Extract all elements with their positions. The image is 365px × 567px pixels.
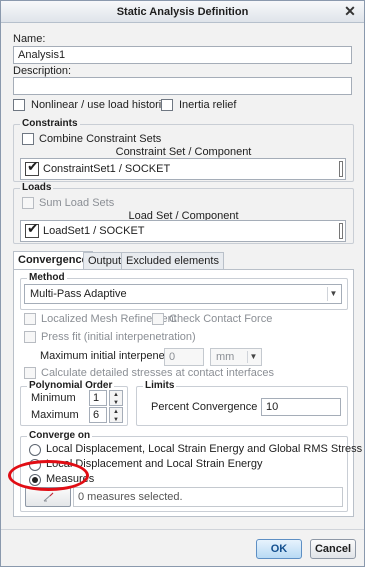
button-divider xyxy=(1,529,364,530)
constraints-title: Constraints xyxy=(20,118,80,129)
method-select[interactable]: Multi-Pass Adaptive ▼ xyxy=(24,284,342,304)
limits-title: Limits xyxy=(143,380,177,391)
row-end-marker xyxy=(339,223,343,239)
constraint-row-label: ConstraintSet1 / SOCKET xyxy=(43,163,171,175)
description-label: Description: xyxy=(13,65,72,77)
minimum-spinner[interactable]: ▲ ▼ xyxy=(109,390,123,406)
press-fit-label: Press fit (initial interpenetration) xyxy=(41,331,196,343)
constraints-column-header: Constraint Set / Component xyxy=(115,146,252,158)
loads-group: Loads Sum Load Sets Load Set / Component… xyxy=(13,182,354,244)
ok-button[interactable]: OK xyxy=(256,539,302,559)
polynomial-order-group: Polynomial Order Minimum 1 ▲ ▼ Maximum 6 … xyxy=(20,380,128,426)
minimum-label: Minimum xyxy=(31,392,76,404)
limits-group: Limits Percent Convergence 10 xyxy=(136,380,348,426)
inertia-relief-checkbox[interactable] xyxy=(161,99,173,111)
percent-convergence-input[interactable]: 10 xyxy=(261,398,341,416)
maximum-spinner[interactable]: ▲ ▼ xyxy=(109,407,123,423)
load-row-checkbox[interactable] xyxy=(25,221,39,238)
sum-load-sets-label: Sum Load Sets xyxy=(39,197,115,209)
converge-on-title: Converge on xyxy=(27,430,93,441)
method-group: Method Multi-Pass Adaptive ▼ xyxy=(20,272,348,310)
description-input[interactable] xyxy=(13,77,352,95)
load-row-label: LoadSet1 / SOCKET xyxy=(43,225,145,237)
title-bar: Static Analysis Definition ✕ xyxy=(1,1,364,23)
inertia-relief-label: Inertia relief xyxy=(179,99,237,111)
cancel-button[interactable]: Cancel xyxy=(310,539,356,559)
tab-convergence[interactable]: Convergence xyxy=(13,251,93,270)
converge-option-global-label: Local Displacement, Local Strain Energy … xyxy=(46,443,363,455)
percent-convergence-label: Percent Convergence xyxy=(151,401,258,413)
detailed-stresses-label: Calculate detailed stresses at contact i… xyxy=(41,367,274,379)
sum-load-sets-checkbox[interactable] xyxy=(22,197,34,209)
window-title: Static Analysis Definition xyxy=(116,6,249,18)
row-end-marker xyxy=(339,161,343,177)
highlight-annotation xyxy=(8,460,89,491)
localized-mesh-checkbox[interactable] xyxy=(24,313,36,325)
check-contact-label: Check Contact Force xyxy=(169,313,273,325)
measures-selected-text: 0 measures selected. xyxy=(78,491,183,503)
converge-option-global-radio[interactable] xyxy=(29,444,41,456)
press-fit-checkbox[interactable] xyxy=(24,331,36,343)
close-icon[interactable]: ✕ xyxy=(342,2,358,20)
detailed-stresses-checkbox[interactable] xyxy=(24,367,36,379)
name-label: Name: xyxy=(13,33,46,45)
chevron-down-icon: ▼ xyxy=(247,351,259,363)
constraint-row[interactable]: ConstraintSet1 / SOCKET xyxy=(20,158,346,180)
tab-output[interactable]: Output xyxy=(83,252,127,270)
constraints-group: Constraints Combine Constraint Sets Cons… xyxy=(13,118,354,182)
load-row[interactable]: LoadSet1 / SOCKET xyxy=(20,220,346,242)
method-title: Method xyxy=(27,272,67,283)
method-value: Multi-Pass Adaptive xyxy=(30,288,127,300)
check-contact-checkbox[interactable] xyxy=(152,313,164,325)
unit-select[interactable]: mm ▼ xyxy=(210,348,262,366)
maximum-label: Maximum xyxy=(31,409,79,421)
loads-title: Loads xyxy=(20,182,54,193)
minimum-input[interactable]: 1 xyxy=(89,390,107,406)
combine-constraints-checkbox[interactable] xyxy=(22,133,34,145)
nonlinear-checkbox[interactable] xyxy=(13,99,25,111)
constraint-row-checkbox[interactable] xyxy=(25,159,39,176)
maximum-input[interactable]: 6 xyxy=(89,407,107,423)
measures-selection-field[interactable]: 0 measures selected. xyxy=(73,487,343,507)
tab-excluded-elements[interactable]: Excluded elements xyxy=(121,252,224,270)
chevron-down-icon: ▼ xyxy=(327,287,339,301)
combine-constraints-label: Combine Constraint Sets xyxy=(39,133,162,145)
dialog-window: Static Analysis Definition ✕ Name: Analy… xyxy=(0,0,365,567)
unit-value: mm xyxy=(216,351,235,363)
name-input[interactable]: Analysis1 xyxy=(13,46,352,64)
nonlinear-label: Nonlinear / use load histories xyxy=(31,99,173,111)
max-interpenetration-input[interactable]: 0 xyxy=(164,348,204,366)
